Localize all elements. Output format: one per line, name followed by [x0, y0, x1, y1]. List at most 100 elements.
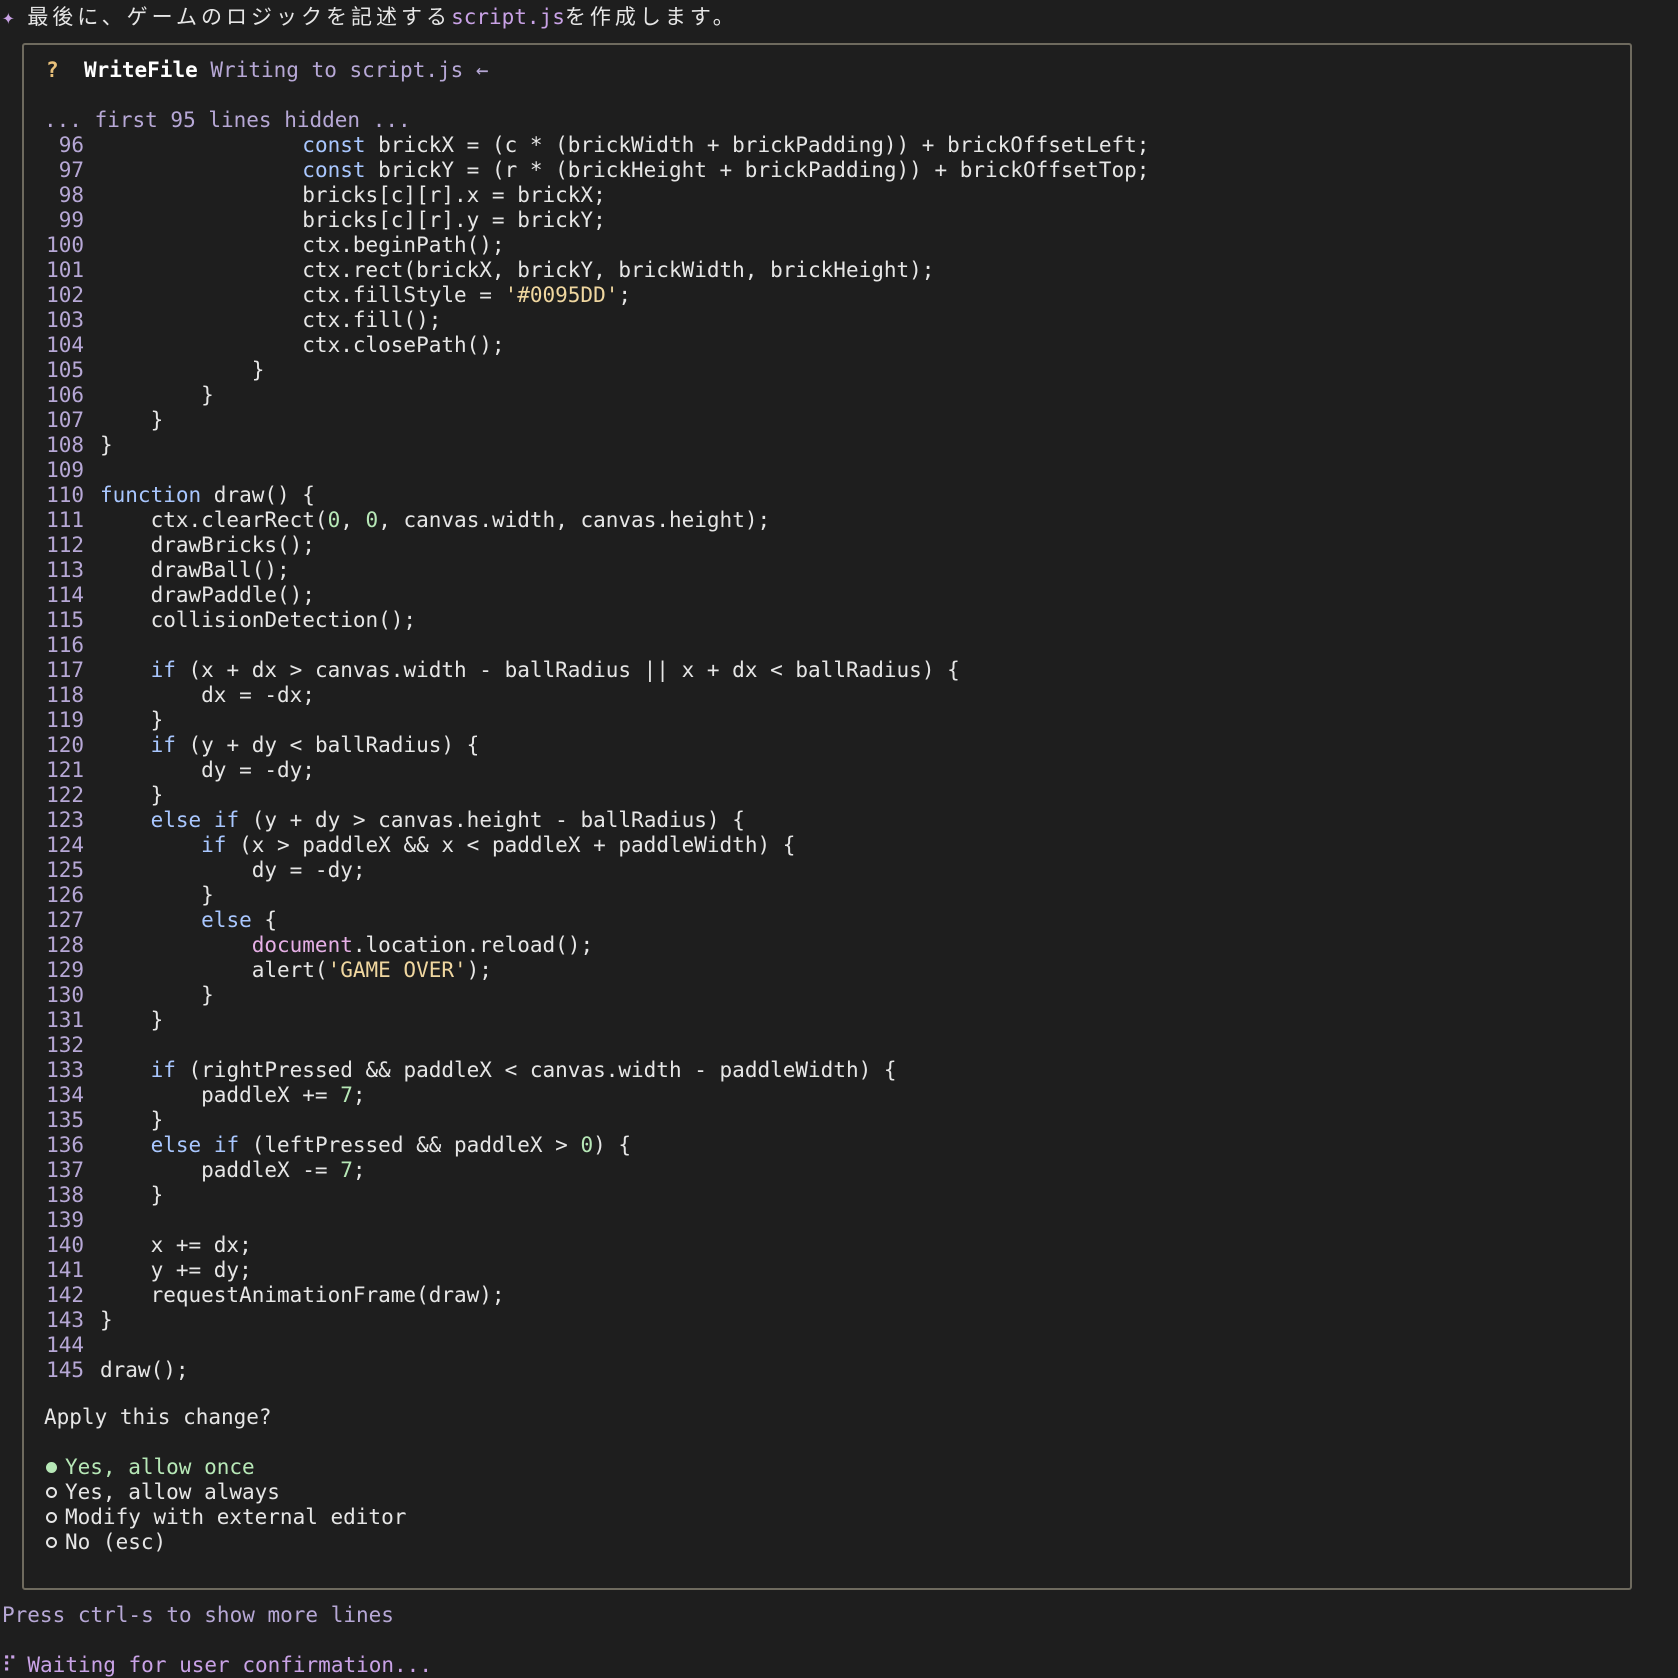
- tool-description: Writing to script.js ←: [210, 58, 489, 82]
- code-line: 109: [44, 458, 1604, 483]
- code-text: }: [100, 783, 164, 807]
- code-text: function draw() {: [100, 483, 315, 507]
- option-allow-once[interactable]: Yes, allow once: [44, 1455, 406, 1480]
- line-number: 124: [46, 833, 84, 857]
- code-line: 133 if (rightPressed && paddleX < canvas…: [44, 1058, 1604, 1083]
- line-number: 139: [46, 1208, 84, 1232]
- code-line: 103 ctx.fill();: [44, 308, 1604, 333]
- code-line: 131 }: [44, 1008, 1604, 1033]
- code-line: 127 else {: [44, 908, 1604, 933]
- code-line: 144: [44, 1333, 1604, 1358]
- code-text: if (x > paddleX && x < paddleX + paddleW…: [201, 833, 796, 857]
- line-number: 107: [46, 408, 84, 432]
- line-number: 99: [58, 208, 84, 232]
- code-line: 122 }: [44, 783, 1604, 808]
- code-text: ctx.fill();: [100, 308, 442, 332]
- code-line: 135 }: [44, 1108, 1604, 1133]
- message-filename: script.js: [451, 5, 565, 29]
- line-number: 136: [46, 1133, 84, 1157]
- line-number: 127: [46, 908, 84, 932]
- code-text: }: [100, 358, 265, 382]
- code-line: 117 if (x + dx > canvas.width - ballRadi…: [44, 658, 1604, 683]
- code-line: 119 }: [44, 708, 1604, 733]
- radio-empty-icon: [46, 1512, 57, 1523]
- apply-question: Apply this change?: [44, 1405, 272, 1429]
- code-lines: 96 const brickX = (c * (brickWidth + bri…: [44, 133, 1604, 1383]
- option-external-editor[interactable]: Modify with external editor: [44, 1505, 406, 1530]
- code-text: }: [100, 1308, 113, 1332]
- code-line: 97 const brickY = (r * (brickHeight + br…: [44, 158, 1604, 183]
- line-number: 143: [46, 1308, 84, 1332]
- code-text: collisionDetection();: [100, 608, 417, 632]
- code-text: }: [100, 433, 113, 457]
- code-text: paddleX += 7;: [100, 1083, 366, 1107]
- code-text: dy = -dy;: [100, 858, 366, 882]
- code-text: drawBricks();: [100, 533, 315, 557]
- radio-empty-icon: [46, 1537, 57, 1548]
- code-line: 102 ctx.fillStyle = '#0095DD';: [44, 283, 1604, 308]
- line-number: 110: [46, 483, 84, 507]
- status-line: ⠏ Waiting for user confirmation...: [2, 1653, 432, 1678]
- code-line: 132: [44, 1033, 1604, 1058]
- line-number: 96: [58, 133, 84, 157]
- hidden-lines-note: ... first 95 lines hidden ...: [44, 108, 411, 132]
- code-text: else if (leftPressed && paddleX > 0) {: [150, 1133, 632, 1157]
- code-text: dy = -dy;: [100, 758, 315, 782]
- line-number: 123: [46, 808, 84, 832]
- code-line: 98 bricks[c][r].x = brickX;: [44, 183, 1604, 208]
- message-prefix: 最後に、ゲームのロジックを記述する: [27, 5, 452, 29]
- line-number: 120: [46, 733, 84, 757]
- line-number: 105: [46, 358, 84, 382]
- code-line: 145 draw();: [44, 1358, 1604, 1383]
- line-number: 140: [46, 1233, 84, 1257]
- code-line: 105 }: [44, 358, 1604, 383]
- code-text: }: [100, 1008, 164, 1032]
- code-text: ctx.beginPath();: [100, 233, 505, 257]
- line-number: 111: [46, 508, 84, 532]
- code-line: 101 ctx.rect(brickX, brickY, brickWidth,…: [44, 258, 1604, 283]
- code-line: 115 collisionDetection();: [44, 608, 1604, 633]
- line-number: 125: [46, 858, 84, 882]
- code-text: requestAnimationFrame(draw);: [100, 1283, 505, 1307]
- code-text: document.location.reload();: [251, 933, 594, 957]
- line-number: 121: [46, 758, 84, 782]
- code-line: 139: [44, 1208, 1604, 1233]
- code-line: 138 }: [44, 1183, 1604, 1208]
- line-number: 106: [46, 383, 84, 407]
- option-allow-always[interactable]: Yes, allow always: [44, 1480, 406, 1505]
- code-text: draw();: [100, 1358, 189, 1382]
- code-text: bricks[c][r].y = brickY;: [100, 208, 606, 232]
- code-line: 107 }: [44, 408, 1604, 433]
- line-number: 115: [46, 608, 84, 632]
- code-text: }: [100, 408, 164, 432]
- code-text: if (x + dx > canvas.width - ballRadius |…: [150, 658, 960, 682]
- line-number: 101: [46, 258, 84, 282]
- code-line: 130 }: [44, 983, 1604, 1008]
- line-number: 129: [46, 958, 84, 982]
- option-no[interactable]: No (esc): [44, 1530, 406, 1555]
- code-line: 116: [44, 633, 1604, 658]
- code-text: x += dx;: [100, 1233, 252, 1257]
- code-line: 106 }: [44, 383, 1604, 408]
- code-line: 99 bricks[c][r].y = brickY;: [44, 208, 1604, 233]
- line-number: 117: [46, 658, 84, 682]
- code-line: 140 x += dx;: [44, 1233, 1604, 1258]
- line-number: 145: [46, 1358, 84, 1382]
- assistant-message: ✦ 最後に、ゲームのロジックを記述するscript.jsを作成します。: [2, 5, 738, 30]
- code-text: if (y + dy < ballRadius) {: [150, 733, 480, 757]
- code-line: 136 else if (leftPressed && paddleX > 0)…: [44, 1133, 1604, 1158]
- line-number: 141: [46, 1258, 84, 1282]
- line-number: 118: [46, 683, 84, 707]
- code-text: dx = -dx;: [100, 683, 315, 707]
- line-number: 131: [46, 1008, 84, 1032]
- code-line: 104 ctx.closePath();: [44, 333, 1604, 358]
- code-line: 123 else if (y + dy > canvas.height - ba…: [44, 808, 1604, 833]
- code-preview: ... first 95 lines hidden ... 96 const b…: [44, 108, 1604, 1383]
- code-line: 100 ctx.beginPath();: [44, 233, 1604, 258]
- code-line: 125 dy = -dy;: [44, 858, 1604, 883]
- code-line: 141 y += dy;: [44, 1258, 1604, 1283]
- radio-selected-icon: [46, 1462, 57, 1473]
- code-text: drawPaddle();: [100, 583, 315, 607]
- line-number: 97: [58, 158, 84, 182]
- code-text: }: [100, 1183, 164, 1207]
